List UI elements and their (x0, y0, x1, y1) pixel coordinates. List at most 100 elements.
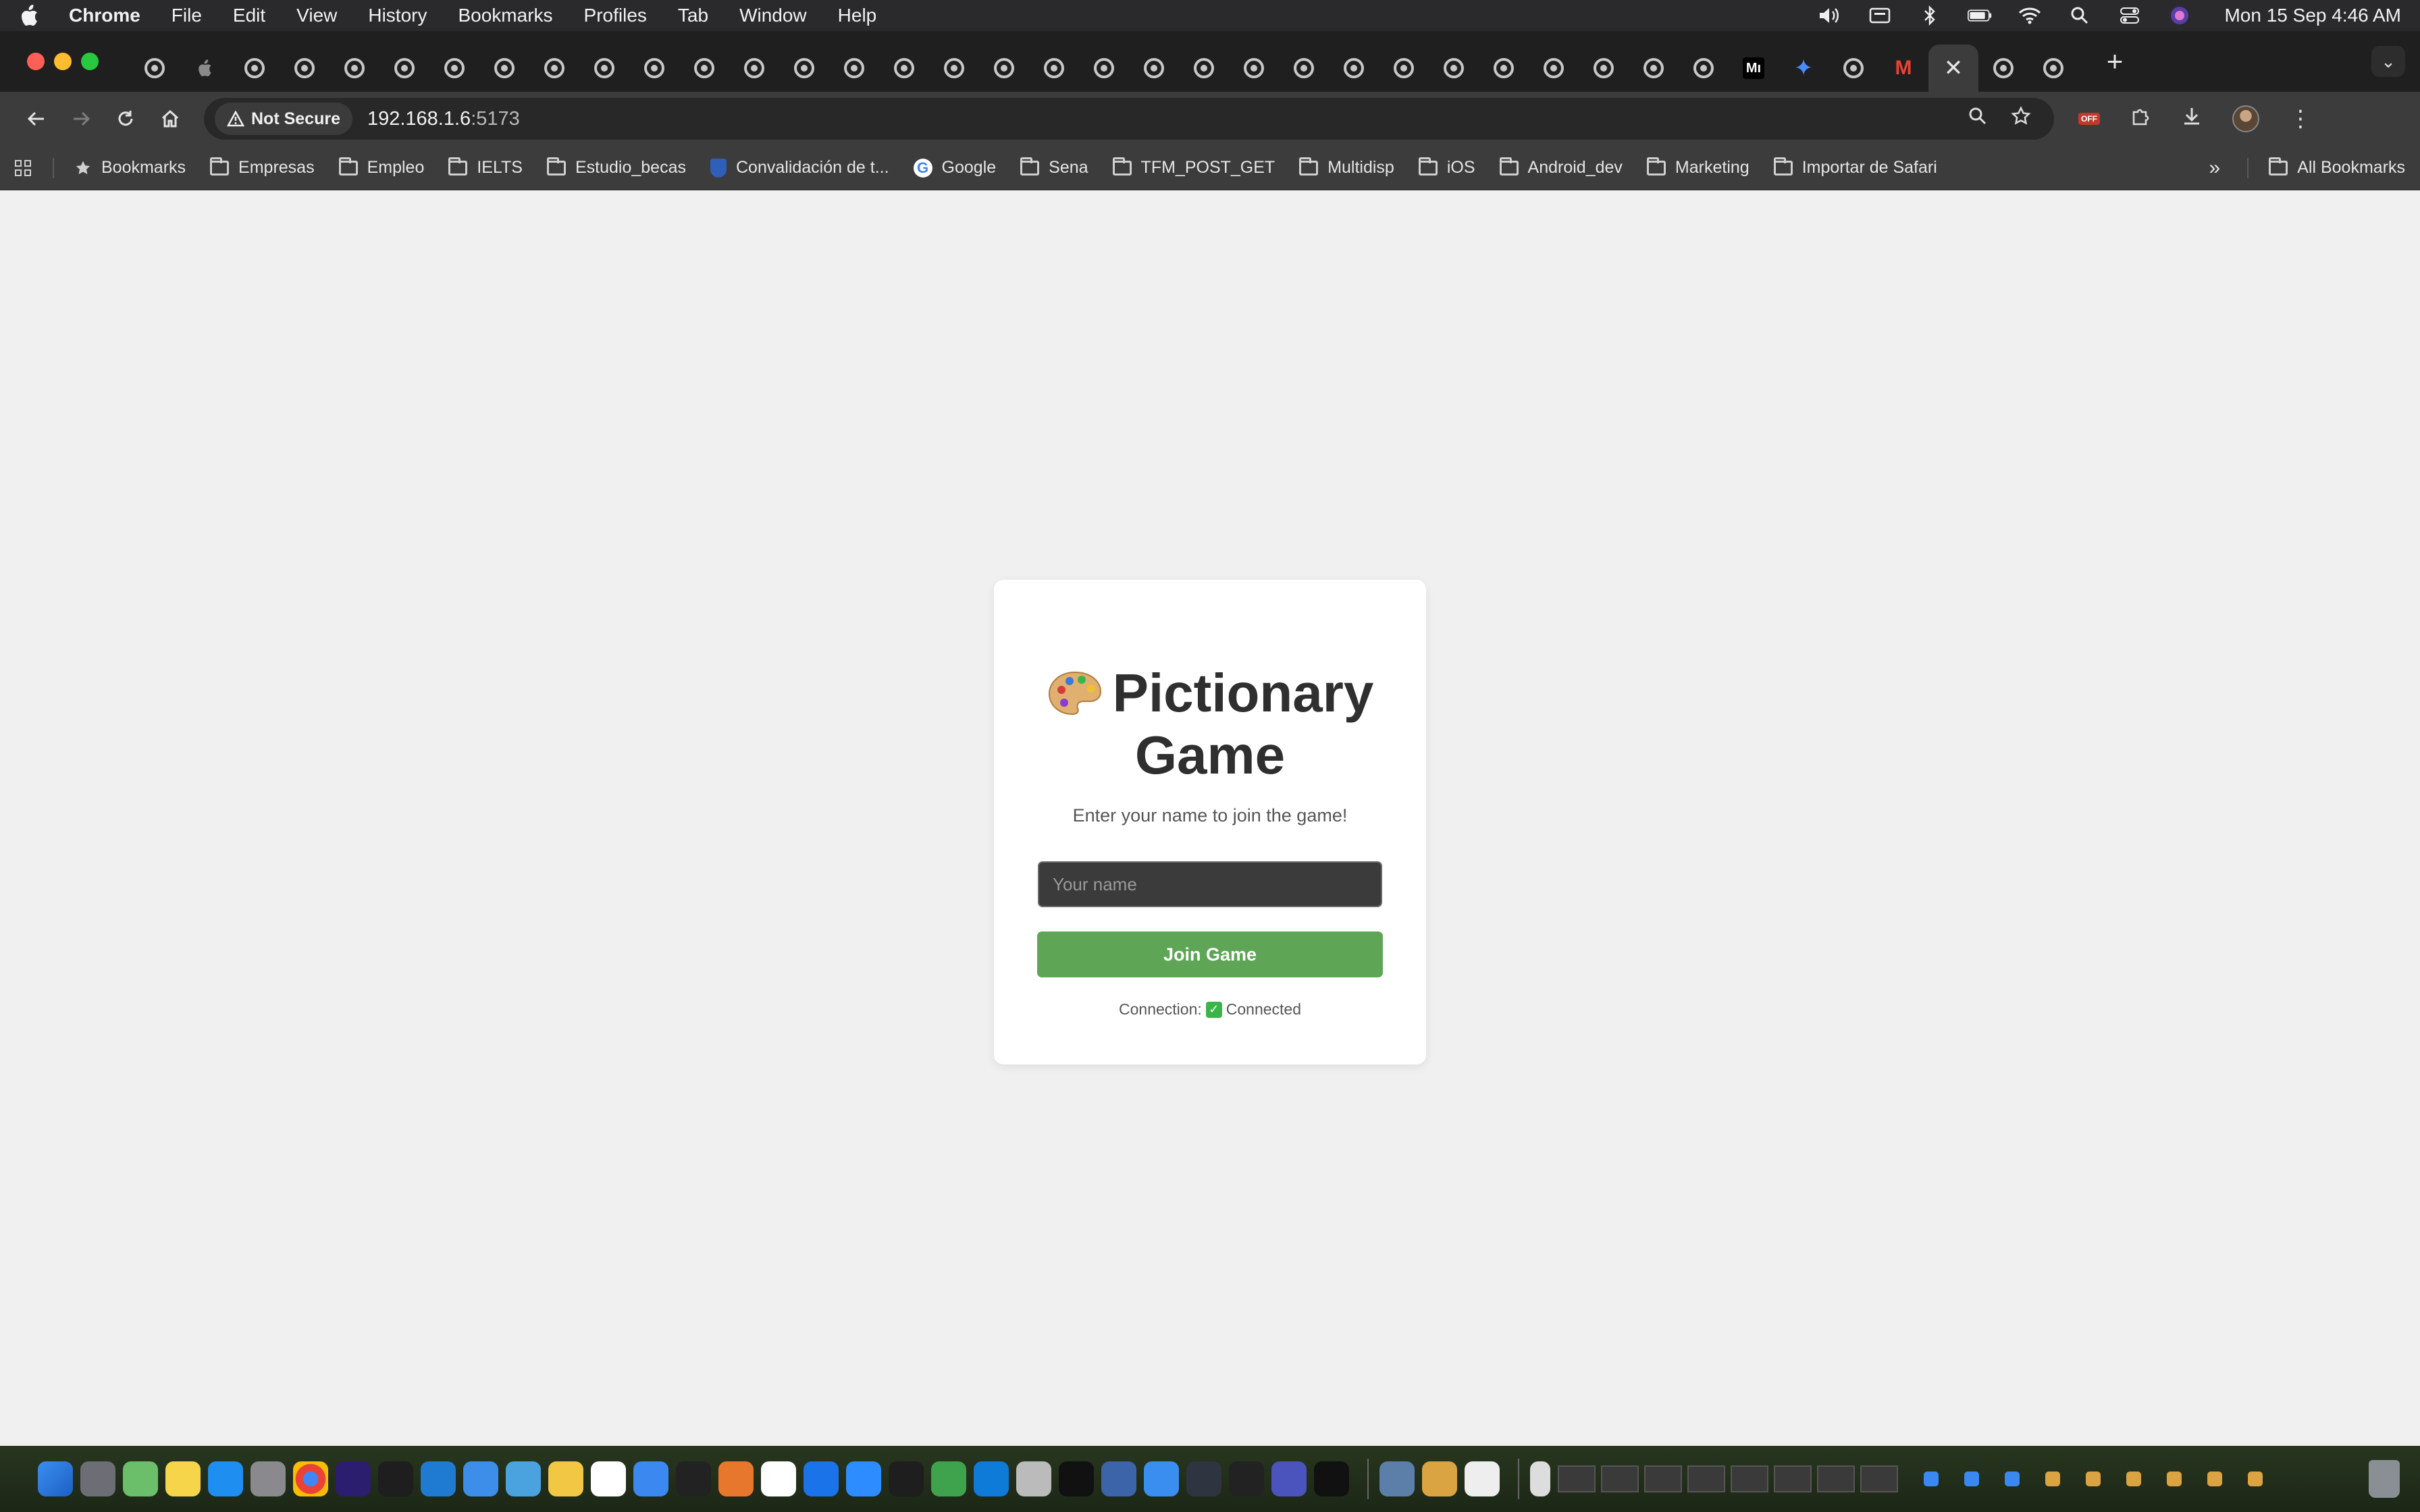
bookmark-star-icon[interactable] (2011, 106, 2031, 132)
teams-icon[interactable] (1271, 1461, 1307, 1496)
menu-edit[interactable]: Edit (233, 5, 265, 26)
electron-app-icon[interactable] (1186, 1461, 1221, 1496)
more-menu-icon[interactable]: ⋮ (2289, 105, 2312, 132)
browser-tab-gmail[interactable]: M (1878, 45, 1928, 92)
textedit-icon[interactable] (1465, 1461, 1500, 1496)
browser-tab[interactable] (979, 45, 1029, 92)
home-button[interactable] (150, 99, 190, 139)
browser-tab[interactable] (330, 45, 379, 92)
location-app-icon[interactable] (804, 1461, 839, 1496)
browser-tab[interactable] (180, 45, 230, 92)
browser-tab[interactable] (1629, 45, 1679, 92)
menu-tab[interactable]: Tab (678, 5, 708, 26)
browser-tab[interactable] (1679, 45, 1729, 92)
minimized-app-icon[interactable] (2005, 1472, 2020, 1486)
font-app-icon[interactable] (633, 1461, 668, 1496)
forward-button[interactable] (61, 99, 101, 139)
apple-logo-icon[interactable] (19, 4, 39, 27)
menubar-clock[interactable]: Mon 15 Sep 4:46 AM (2224, 5, 2401, 26)
all-bookmarks-button[interactable]: All Bookmarks (2269, 157, 2405, 178)
browser-tab[interactable] (1279, 45, 1329, 92)
menu-view[interactable]: View (296, 5, 337, 26)
figma-icon[interactable] (889, 1461, 924, 1496)
spotlight-search-icon[interactable] (2068, 5, 2092, 26)
apps-grid-icon[interactable] (15, 159, 31, 176)
browser-tab[interactable] (130, 45, 180, 92)
browser-tab[interactable] (1179, 45, 1229, 92)
browser-tab[interactable] (1079, 45, 1129, 92)
vscode-icon[interactable] (421, 1461, 456, 1496)
intellij-icon[interactable] (336, 1461, 371, 1496)
menu-app-name[interactable]: Chrome (69, 5, 140, 26)
bookmark-google[interactable]: G Google (913, 158, 996, 178)
minimized-app-icon[interactable] (2086, 1472, 2101, 1486)
minimized-app-icon[interactable] (2045, 1472, 2060, 1486)
xcode-icon[interactable] (463, 1461, 498, 1496)
maps-icon[interactable] (123, 1461, 158, 1496)
browser-tab[interactable] (2028, 45, 2078, 92)
document-icon[interactable] (1530, 1461, 1550, 1496)
new-tab-button[interactable]: + (2095, 45, 2135, 78)
browser-tab[interactable] (779, 45, 829, 92)
slack-icon[interactable] (761, 1461, 796, 1496)
app-icon[interactable] (1101, 1461, 1136, 1496)
name-input[interactable] (1038, 861, 1382, 907)
bookmark-folder-estudio-becas[interactable]: Estudio_becas (546, 157, 686, 178)
minimized-window-thumbnail[interactable] (1601, 1465, 1639, 1492)
join-game-button[interactable]: Join Game (1037, 932, 1383, 977)
browser-tab[interactable] (679, 45, 729, 92)
extensions-puzzle-icon[interactable] (2130, 105, 2151, 132)
browser-tab[interactable] (1379, 45, 1429, 92)
word-style-icon[interactable] (591, 1461, 626, 1496)
zoom-icon[interactable] (1968, 106, 1988, 132)
launchpad-icon[interactable] (80, 1461, 115, 1496)
browser-tab[interactable] (579, 45, 629, 92)
minimized-app-icon[interactable] (2248, 1472, 2263, 1486)
menu-window[interactable]: Window (739, 5, 807, 26)
extension-off-icon[interactable]: OFF (2078, 113, 2100, 125)
app-store-icon[interactable] (208, 1461, 243, 1496)
menu-file[interactable]: File (172, 5, 202, 26)
edge-icon[interactable] (974, 1461, 1009, 1496)
browser-tab[interactable] (280, 45, 330, 92)
minimized-app-icon[interactable] (1924, 1472, 1939, 1486)
activity-monitor-icon[interactable] (1059, 1461, 1094, 1496)
siri-icon[interactable] (2167, 5, 2192, 26)
bookmark-folder-marketing[interactable]: Marketing (1646, 157, 1750, 178)
wifi-icon[interactable] (2018, 5, 2042, 26)
browser-tab[interactable] (1129, 45, 1179, 92)
bookmark-folder-importar-safari[interactable]: Importar de Safari (1773, 157, 1937, 178)
archive-icon[interactable] (1422, 1461, 1457, 1496)
browser-tab[interactable] (230, 45, 280, 92)
browser-tab[interactable] (1978, 45, 2028, 92)
browser-tab[interactable] (879, 45, 929, 92)
zoom-icon[interactable] (846, 1461, 881, 1496)
browser-tab[interactable] (629, 45, 679, 92)
browser-tab[interactable] (1429, 45, 1479, 92)
minimized-window-thumbnail[interactable] (1731, 1465, 1768, 1492)
volume-icon[interactable] (1818, 5, 1842, 26)
profile-avatar[interactable] (2232, 105, 2259, 132)
browser-tab[interactable] (1829, 45, 1878, 92)
close-window-button[interactable] (27, 53, 45, 70)
browser-tab-active[interactable]: ✕ (1928, 45, 1978, 92)
tab-search-button[interactable]: ⌄ (2371, 46, 2405, 77)
menu-help[interactable]: Help (838, 5, 877, 26)
browser-tab[interactable] (429, 45, 479, 92)
chrome-dock-icon[interactable] (293, 1461, 328, 1496)
safari-icon[interactable] (1144, 1461, 1179, 1496)
browser-tab[interactable] (829, 45, 879, 92)
minimized-app-icon[interactable] (1964, 1472, 1979, 1486)
browser-tab[interactable] (529, 45, 579, 92)
back-button[interactable] (16, 99, 57, 139)
browser-tab-gemini[interactable]: ✦ (1779, 45, 1829, 92)
browser-tab[interactable] (1529, 45, 1579, 92)
minimized-window-thumbnail[interactable] (1774, 1465, 1812, 1492)
bookmark-folder-ielts[interactable]: IELTS (448, 157, 523, 178)
bluetooth-icon[interactable] (1918, 5, 1942, 26)
bookmark-folder-tfm[interactable]: TFM_POST_GET (1112, 157, 1275, 178)
app-icon[interactable] (548, 1461, 583, 1496)
bookmark-folder-android-dev[interactable]: Android_dev (1499, 157, 1623, 178)
control-center-icon[interactable] (2118, 5, 2142, 26)
browser-tab[interactable] (1329, 45, 1379, 92)
